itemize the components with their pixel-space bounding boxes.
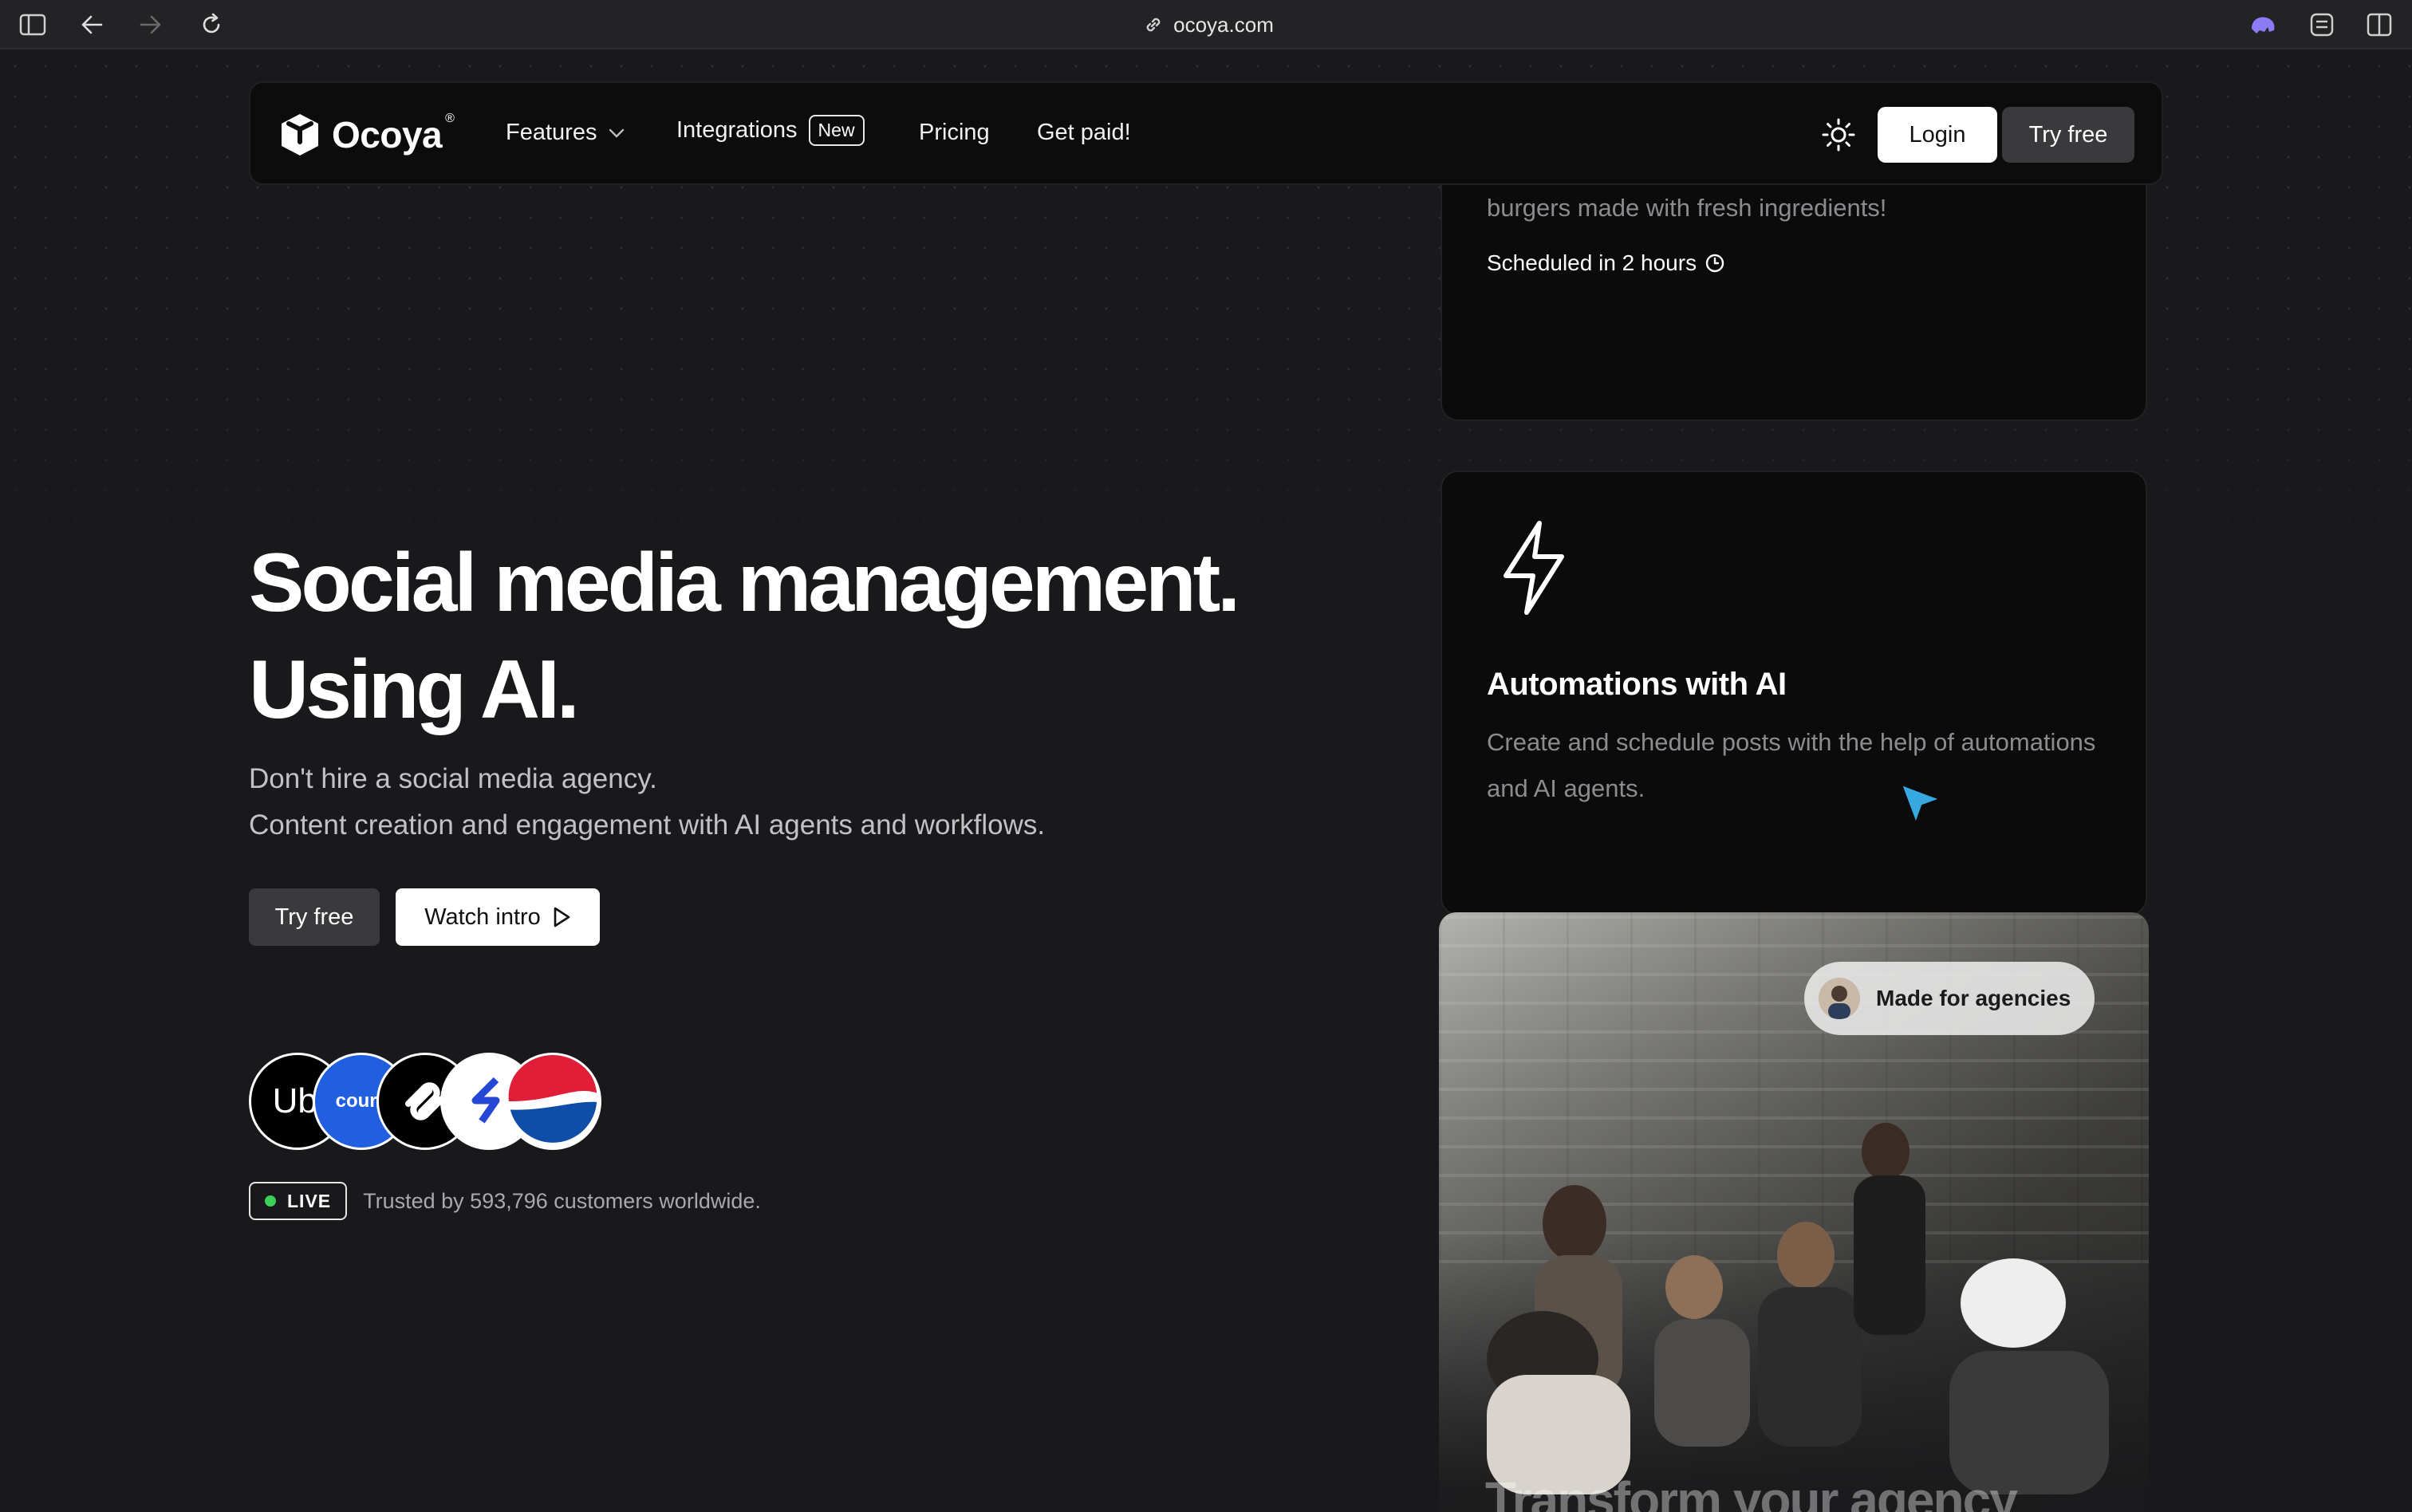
url-text: ocoya.com <box>1173 12 1274 37</box>
lightning-bolt-icon <box>1498 520 1570 620</box>
registered-mark: ® <box>445 112 455 125</box>
cursor-pointer-icon <box>1897 780 1945 832</box>
theme-toggle-sun-icon[interactable] <box>1822 118 1855 156</box>
split-view-icon[interactable] <box>2363 8 2396 41</box>
reader-icon[interactable] <box>2305 8 2339 41</box>
new-badge: New <box>808 115 865 146</box>
nav-try-free-button[interactable]: Try free <box>2002 107 2134 163</box>
nav-features-label: Features <box>506 120 597 145</box>
site-nav: Ocoya ® Features Integrations New Pricin… <box>249 81 2163 185</box>
browser-toolbar: ocoya.com <box>0 0 2412 49</box>
trust-row: LIVE Trusted by 593,796 customers worldw… <box>249 1182 761 1220</box>
live-label: LIVE <box>287 1190 332 1211</box>
agencies-card[interactable]: Made for agencies Transform your agency <box>1439 912 2149 1512</box>
brand-name: Ocoya <box>332 114 443 156</box>
sidebar-toggle-icon[interactable] <box>16 8 49 41</box>
address-bar[interactable]: ocoya.com <box>1117 11 1300 38</box>
link-icon <box>1146 18 1161 32</box>
hero-subtitle-line-2: Content creation and engagement with AI … <box>249 809 1046 841</box>
hero-title-line-2: Using AI. <box>249 644 580 736</box>
trusted-text: Trusted by 593,796 customers worldwide. <box>363 1188 761 1213</box>
transform-agency-heading: Transform your agency <box>1485 1471 2018 1512</box>
watch-intro-label: Watch intro <box>424 904 541 930</box>
avatar <box>1819 978 1860 1019</box>
nav-integrations[interactable]: Integrations New <box>676 115 865 146</box>
nav-pricing[interactable]: Pricing <box>919 120 990 146</box>
scheduled-status: Scheduled in 2 hours <box>1487 250 1725 276</box>
made-for-agencies-label: Made for agencies <box>1876 986 2071 1010</box>
automations-card: Automations with AI Create and schedule … <box>1440 471 2147 915</box>
pepsi-logo <box>504 1053 601 1150</box>
nav-get-paid[interactable]: Get paid! <box>1037 120 1131 146</box>
hero-try-free-button[interactable]: Try free <box>249 888 380 946</box>
watch-intro-button[interactable]: Watch intro <box>396 888 600 946</box>
brand-logo[interactable]: Ocoya ® <box>279 112 463 158</box>
back-arrow-icon[interactable] <box>75 8 108 41</box>
reload-icon[interactable] <box>195 8 228 41</box>
nav-features[interactable]: Features <box>506 120 625 146</box>
login-button[interactable]: Login <box>1878 107 1997 163</box>
forward-arrow-icon[interactable] <box>134 8 168 41</box>
clock-icon <box>1705 254 1724 273</box>
hero-title-line-1: Social media management. <box>249 537 1240 629</box>
cube-logo-icon <box>282 114 318 156</box>
hero-subtitle: Don't hire a social media agency. Conten… <box>249 756 1045 849</box>
scheduled-label: Scheduled in 2 hours <box>1487 250 1697 275</box>
nav-integrations-label: Integrations <box>676 117 798 143</box>
live-badge: LIVE <box>249 1182 348 1220</box>
hero-subtitle-line-1: Don't hire a social media agency. <box>249 763 657 794</box>
live-dot-icon <box>265 1195 276 1207</box>
chevron-down-icon <box>609 128 625 138</box>
play-icon <box>554 907 570 927</box>
people-photo <box>1487 1123 2109 1494</box>
extension-icon[interactable] <box>2246 8 2280 41</box>
page: Ocoya ® Features Integrations New Pricin… <box>0 51 2412 1512</box>
automations-title: Automations with AI <box>1487 667 1787 702</box>
customer-logos: Ube course <box>249 1053 616 1150</box>
made-for-agencies-pill[interactable]: Made for agencies <box>1804 962 2095 1035</box>
automations-text: Create and schedule posts with the help … <box>1487 728 2096 802</box>
hero-title: Social media management. Using AI. <box>249 530 1240 743</box>
